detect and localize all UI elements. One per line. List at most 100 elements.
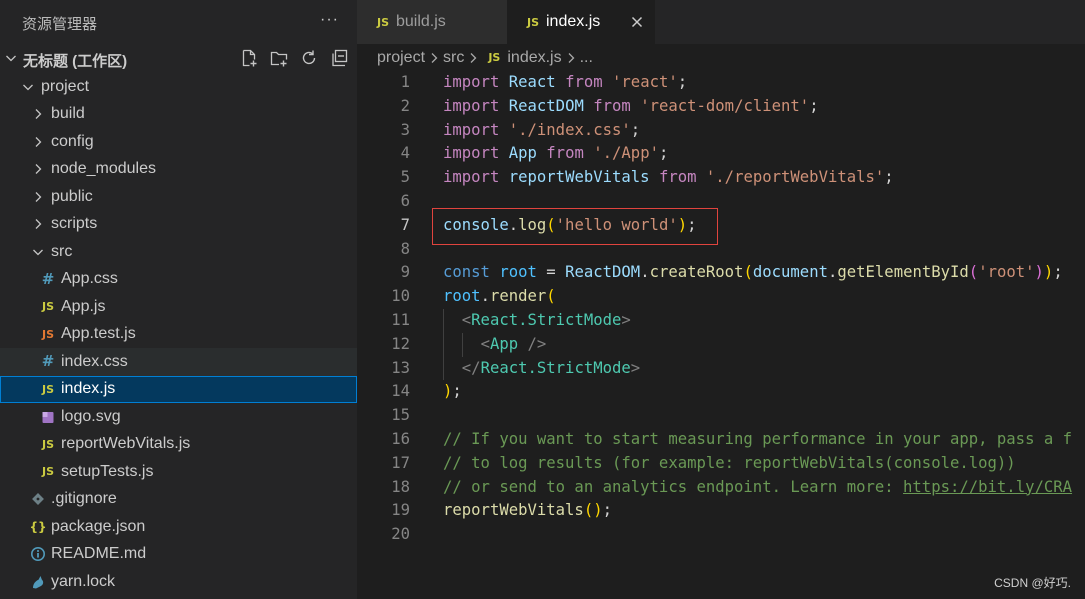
- tree-item-app-css[interactable]: # App.css: [0, 266, 357, 294]
- css-icon: #: [40, 353, 56, 371]
- code-editor[interactable]: 1 import React from 'react'; 2 import React…: [357, 71, 1085, 547]
- tree-item-label: src: [51, 242, 73, 260]
- tree-item-project[interactable]: project: [0, 73, 357, 101]
- tree-item-scripts[interactable]: scripts: [0, 211, 357, 239]
- tree-item-public[interactable]: public: [0, 183, 357, 211]
- tree-item-gitignore[interactable]: .gitignore: [0, 486, 357, 514]
- code-text: import App from './App';: [443, 142, 668, 166]
- indent-guide: [443, 309, 462, 333]
- highlight-annotation-box: [432, 208, 718, 245]
- tree-item-label: App.test.js: [61, 325, 136, 343]
- icon-glyph: JS: [488, 51, 501, 64]
- code-token: 'root': [978, 263, 1035, 282]
- workspace-section-header[interactable]: 无标题 (工作区): [0, 44, 357, 73]
- code-token: 'react': [612, 73, 678, 91]
- code-line[interactable]: 3 import './index.css';: [357, 119, 1085, 143]
- breadcrumb-index-js[interactable]: JS index.js: [482, 49, 561, 67]
- tree-item-yarn-lock[interactable]: yarn.lock: [0, 568, 357, 596]
- tree-item-package-json[interactable]: {} package.json: [0, 513, 357, 541]
- tree-item-logo-svg[interactable]: logo.svg: [0, 403, 357, 431]
- tree-item-build[interactable]: build: [0, 101, 357, 129]
- js-icon: JS: [486, 49, 502, 67]
- code-line[interactable]: 11 <React.StrictMode>: [357, 309, 1085, 333]
- code-line[interactable]: 9 const root = ReactDOM.createRoot(docume…: [357, 261, 1085, 285]
- breadcrumb-label: src: [443, 48, 465, 66]
- tree-item-src[interactable]: src: [0, 238, 357, 266]
- code-token: root: [499, 263, 537, 282]
- tree-item-reportwebvitals-js[interactable]: JS reportWebVitals.js: [0, 431, 357, 459]
- chevron-right-icon: [465, 50, 481, 66]
- breadcrumb-project[interactable]: project: [377, 49, 425, 67]
- tree-item-index-js[interactable]: JS index.js: [0, 375, 357, 403]
- line-number: 1: [400, 73, 410, 91]
- code-line[interactable]: 20: [357, 523, 1085, 547]
- js-test-icon: JS: [40, 325, 56, 343]
- refresh-icon[interactable]: [299, 47, 319, 69]
- code-token: reportWebVitals: [508, 168, 650, 187]
- tab-index-js[interactable]: JS index.js: [507, 0, 655, 44]
- code-line[interactable]: 5 import reportWebVitals from './reportWe…: [357, 166, 1085, 190]
- code-token: ;: [658, 144, 669, 163]
- collapse-all-icon[interactable]: [329, 47, 349, 69]
- line-number: 7: [400, 215, 410, 234]
- breadcrumb-symbols[interactable]: ...: [580, 49, 593, 67]
- code-token: ;: [630, 120, 641, 139]
- close-icon[interactable]: [630, 15, 644, 29]
- code-text: // to log results (for example: reportWe…: [443, 452, 1016, 476]
- breadcrumb: project src JS index.js...: [377, 44, 593, 71]
- code-line[interactable]: 19 reportWebVitals();: [357, 499, 1085, 523]
- code-token: import: [443, 144, 500, 163]
- icon-glyph: JS: [41, 300, 54, 314]
- code-line[interactable]: 4 import App from './App';: [357, 142, 1085, 166]
- tab-bar: JS build.js JS index.js: [357, 0, 1085, 44]
- chevron-right-icon: [30, 188, 46, 206]
- tree-item-label: .gitignore: [51, 490, 117, 508]
- more-actions-button[interactable]: ···: [320, 11, 339, 29]
- code-token: reportWebVitals: [443, 501, 584, 520]
- tree-item-readme-md[interactable]: README.md: [0, 541, 357, 569]
- tree-item-index-css[interactable]: # index.css: [0, 348, 357, 376]
- code-line[interactable]: 10 root.render(: [357, 285, 1085, 309]
- code-line[interactable]: 2 import ReactDOM from 'react-dom/client'…: [357, 95, 1085, 119]
- tree-item-setuptests-js[interactable]: JS setupTests.js: [0, 458, 357, 486]
- code-token: />: [527, 334, 547, 353]
- code-line[interactable]: 16 // If you want to start measuring perf…: [357, 428, 1085, 452]
- js-icon: JS: [40, 463, 56, 481]
- icon-glyph: JS: [41, 327, 54, 341]
- code-token: from: [565, 73, 603, 91]
- new-folder-icon[interactable]: [269, 47, 289, 69]
- new-file-icon[interactable]: [239, 47, 259, 69]
- tree-item-config[interactable]: config: [0, 128, 357, 156]
- tree-item-node-modules[interactable]: node_modules: [0, 156, 357, 184]
- tree-item-app-test-js[interactable]: JS App.test.js: [0, 321, 357, 349]
- code-token: ;: [602, 501, 612, 520]
- code-line[interactable]: 1 import React from 'react';: [357, 71, 1085, 95]
- tree-item-app-js[interactable]: JS App.js: [0, 293, 357, 321]
- code-token: getElementById: [837, 263, 969, 282]
- code-line[interactable]: 12 <App />: [357, 333, 1085, 357]
- tree-item-label: public: [51, 187, 93, 205]
- code-line[interactable]: 18 // or send to an analytics endpoint. L…: [357, 476, 1085, 500]
- chevron-right-icon: [30, 215, 46, 233]
- code-token: ReactDOM: [565, 263, 641, 282]
- code-line[interactable]: 15: [357, 404, 1085, 428]
- code-line[interactable]: 17 // to log results (for example: report…: [357, 452, 1085, 476]
- code-text: root.render(: [443, 285, 556, 309]
- tab-label: build.js: [396, 13, 446, 30]
- explorer-title-bar: 资源管理器 ···: [0, 0, 357, 44]
- code-text: const root = ReactDOM.createRoot(documen…: [443, 261, 1063, 285]
- tab-build-js[interactable]: JS build.js: [357, 0, 507, 44]
- breadcrumb-src[interactable]: src: [443, 49, 464, 67]
- code-token: .: [480, 287, 490, 306]
- code-line[interactable]: 13 </React.StrictMode>: [357, 357, 1085, 381]
- code-line[interactable]: 14);: [357, 380, 1085, 404]
- tree-item-label: setupTests.js: [61, 462, 154, 480]
